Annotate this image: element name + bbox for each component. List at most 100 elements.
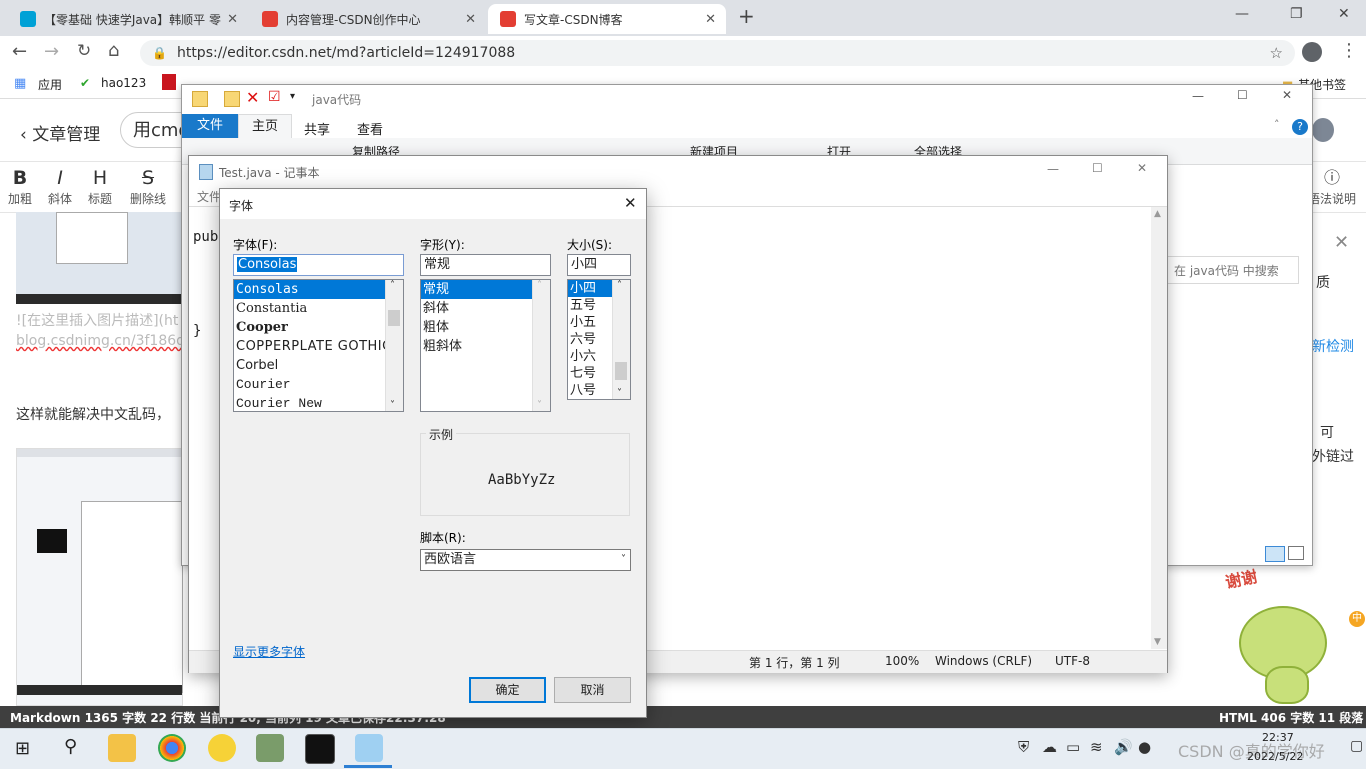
ribbon-tab-view[interactable]: 查看 <box>357 119 383 138</box>
profile-avatar[interactable] <box>1302 42 1322 62</box>
font-list-item[interactable]: Cooper <box>234 318 403 337</box>
forward-arrow-icon[interactable]: → <box>44 41 59 62</box>
search-icon[interactable]: ⚲ <box>64 736 77 757</box>
font-list-item[interactable]: Courier New <box>234 394 403 411</box>
maximize-button[interactable]: ❐ <box>1290 6 1303 22</box>
font-list[interactable]: Consolas Constantia Cooper COPPERPLATE G… <box>233 279 404 412</box>
font-list-item[interactable]: COPPERPLATE GOTHIC <box>234 337 403 356</box>
clock-date[interactable]: 2022/5/22 <box>1247 750 1303 763</box>
heading-button[interactable]: H 标题 <box>80 166 120 207</box>
italic-button[interactable]: I 斜体 <box>40 166 80 207</box>
tab-content-management[interactable]: 内容管理-CSDN创作中心 ✕ <box>250 4 486 34</box>
new-tab-button[interactable]: + <box>738 4 755 28</box>
home-icon[interactable]: ⌂ <box>108 40 119 61</box>
app-taskbar-icon[interactable] <box>208 734 236 762</box>
scroll-down-icon[interactable]: ˅ <box>390 400 395 411</box>
style-list-item[interactable]: 粗体 <box>421 318 550 337</box>
syntax-help-button[interactable]: ⓘ 语法说明 <box>1306 166 1358 207</box>
style-list[interactable]: 常规 斜体 粗体 粗斜体 ˄ ˅ <box>420 279 551 412</box>
tray-app-icon[interactable]: ● <box>1138 738 1151 756</box>
notification-icon[interactable]: ▢ <box>1350 738 1363 754</box>
wifi-icon[interactable]: ≋ <box>1090 738 1103 756</box>
scroll-up-icon[interactable]: ˄ <box>617 280 622 291</box>
menu-dots-icon[interactable]: ⋮ <box>1340 40 1358 61</box>
scroll-up-icon[interactable]: ˄ <box>537 280 542 291</box>
chrome-taskbar-icon[interactable] <box>158 734 186 762</box>
maximize-button[interactable]: ☐ <box>1237 88 1248 102</box>
close-button[interactable]: ✕ <box>624 194 637 212</box>
terminal-taskbar-icon[interactable] <box>305 734 335 764</box>
strikethrough-button[interactable]: S 删除线 <box>126 166 170 207</box>
recheck-link[interactable]: 新检测 <box>1312 336 1354 356</box>
ok-button[interactable]: 确定 <box>469 677 546 703</box>
script-select[interactable]: 西欧语言 ˅ <box>420 549 631 571</box>
user-avatar[interactable] <box>1312 118 1334 142</box>
app-taskbar-icon[interactable] <box>256 734 284 762</box>
cancel-button[interactable]: 取消 <box>554 677 631 703</box>
delete-icon[interactable]: ✕ <box>246 88 259 107</box>
style-list-scrollbar[interactable]: ˄ ˅ <box>532 280 550 411</box>
minimize-button[interactable]: — <box>1235 6 1249 22</box>
vertical-scrollbar[interactable]: ▲ ▼ <box>1151 207 1167 649</box>
star-icon[interactable]: ☆ <box>1270 44 1283 62</box>
font-list-item[interactable]: Corbel <box>234 356 403 375</box>
style-list-item[interactable]: 常规 <box>421 280 533 299</box>
help-icon[interactable]: ? <box>1292 119 1308 135</box>
bookmark-item[interactable]: hao123 <box>101 76 146 90</box>
size-input[interactable]: 小四 <box>567 254 631 276</box>
size-list-item[interactable]: 小四 <box>568 280 613 297</box>
collapse-ribbon-icon[interactable]: ˄ <box>1274 118 1280 131</box>
size-list-scrollbar[interactable]: ˄ ˅ <box>612 280 630 399</box>
new-folder-icon[interactable] <box>224 91 240 107</box>
clock-time[interactable]: 22:37 <box>1262 731 1294 744</box>
notepad-taskbar-icon[interactable] <box>355 734 383 762</box>
details-view-icon[interactable] <box>1265 546 1285 562</box>
maximize-button[interactable]: ☐ <box>1092 161 1103 175</box>
file-explorer-taskbar-icon[interactable] <box>108 734 136 762</box>
volume-icon[interactable]: 🔊 <box>1114 738 1133 756</box>
close-button[interactable]: ✕ <box>1282 88 1292 102</box>
menu-file[interactable]: 文件 <box>197 188 221 205</box>
network-icon[interactable]: ☁ <box>1042 738 1057 756</box>
tab-write-article[interactable]: 写文章-CSDN博客 ✕ <box>488 4 726 34</box>
close-icon[interactable]: ✕ <box>227 12 238 27</box>
battery-icon[interactable]: ▭ <box>1066 738 1080 756</box>
ribbon-tab-file[interactable]: 文件 <box>182 114 238 138</box>
address-bar[interactable]: 🔒 https://editor.csdn.net/md?articleId=1… <box>140 40 1295 66</box>
close-panel-icon[interactable]: ✕ <box>1334 232 1349 253</box>
explorer-search-input[interactable]: 在 java代码 中搜索 <box>1167 256 1299 284</box>
font-list-scrollbar[interactable]: ˄ ˅ <box>385 280 403 411</box>
style-input[interactable]: 常规 <box>420 254 551 276</box>
font-list-item[interactable]: Consolas <box>234 280 386 299</box>
windows-start-icon[interactable]: ⊞ <box>15 738 30 759</box>
properties-icon[interactable]: ☑ <box>268 89 281 105</box>
font-input[interactable]: Consolas <box>233 254 404 276</box>
shield-icon[interactable]: ⛨ <box>1018 738 1029 756</box>
show-more-fonts-link[interactable]: 显示更多字体 <box>233 643 305 660</box>
ribbon-tab-share[interactable]: 共享 <box>304 119 330 138</box>
minimize-button[interactable]: — <box>1192 89 1204 103</box>
style-list-item[interactable]: 斜体 <box>421 299 550 318</box>
bookmark-item[interactable]: 应用 <box>38 76 62 93</box>
scroll-down-icon[interactable]: ˅ <box>537 400 542 411</box>
font-list-item[interactable]: Constantia <box>234 299 403 318</box>
font-list-item[interactable]: Courier <box>234 375 403 394</box>
reload-icon[interactable]: ↻ <box>77 41 91 61</box>
back-link[interactable]: ‹ 文章管理 <box>20 120 100 145</box>
large-icons-view-icon[interactable] <box>1288 546 1304 560</box>
minimize-button[interactable]: — <box>1047 162 1059 176</box>
back-arrow-icon[interactable]: ← <box>12 41 27 62</box>
style-list-item[interactable]: 粗斜体 <box>421 337 550 356</box>
ime-badge[interactable]: 中 <box>1349 611 1365 627</box>
close-icon[interactable]: ✕ <box>465 12 476 27</box>
scroll-up-icon[interactable]: ˄ <box>390 280 395 291</box>
close-window-button[interactable]: ✕ <box>1338 6 1350 22</box>
dropdown-icon[interactable]: ▾ <box>290 91 295 102</box>
bold-button[interactable]: B 加粗 <box>0 166 40 207</box>
scroll-down-icon[interactable]: ˅ <box>617 388 622 399</box>
tab-bilibili[interactable]: 【零基础 快速学Java】韩顺平 零 ✕ <box>8 4 248 34</box>
close-icon[interactable]: ✕ <box>705 12 716 27</box>
size-list[interactable]: 小四 五号 小五 六号 小六 七号 八号 ˄ ˅ <box>567 279 631 400</box>
close-button[interactable]: ✕ <box>1137 161 1147 175</box>
ribbon-tab-home[interactable]: 主页 <box>238 114 292 139</box>
